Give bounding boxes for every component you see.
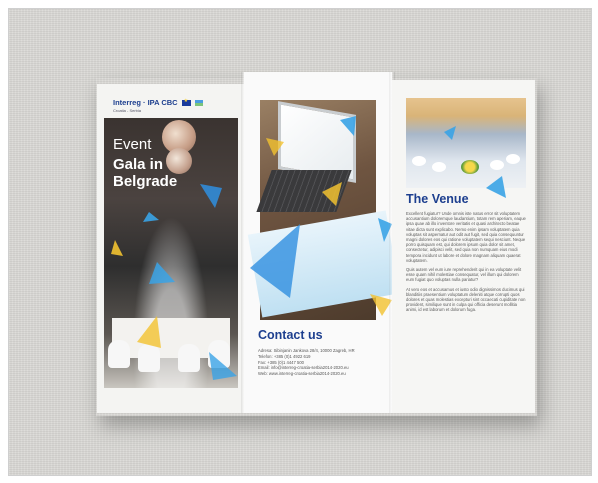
contact-heading: Contact us [258, 328, 323, 342]
contact-details: Adresa: Sibinjanin Jankova 28/4, 10000 Z… [258, 348, 382, 377]
venue-paragraph: Excellent fugiatur? Unde omnis iste natu… [406, 211, 526, 263]
venue-paragraph: At vero eos et accusamus et iusto odio d… [406, 286, 526, 313]
contact-web: Web: www.interreg-croatia-serbia2014-202… [258, 371, 346, 377]
venue-body: Excellent fugiatur? Unde omnis iste natu… [406, 211, 526, 317]
brochure-panel-middle: Contact us Adresa: Sibinjanin Jankova 28… [244, 72, 392, 413]
brochure-panel-left: Interreg · IPA CBC Croatia - Serbia Even… [97, 84, 244, 413]
venue-paragraph: Quis autem vel eum iure reprehenderit qu… [406, 267, 522, 283]
venue-heading: The Venue [406, 192, 469, 206]
brochure-panel-right: The Venue Excellent fugiatur? Unde omnis… [392, 80, 535, 413]
triangle-decor-left [111, 184, 237, 380]
